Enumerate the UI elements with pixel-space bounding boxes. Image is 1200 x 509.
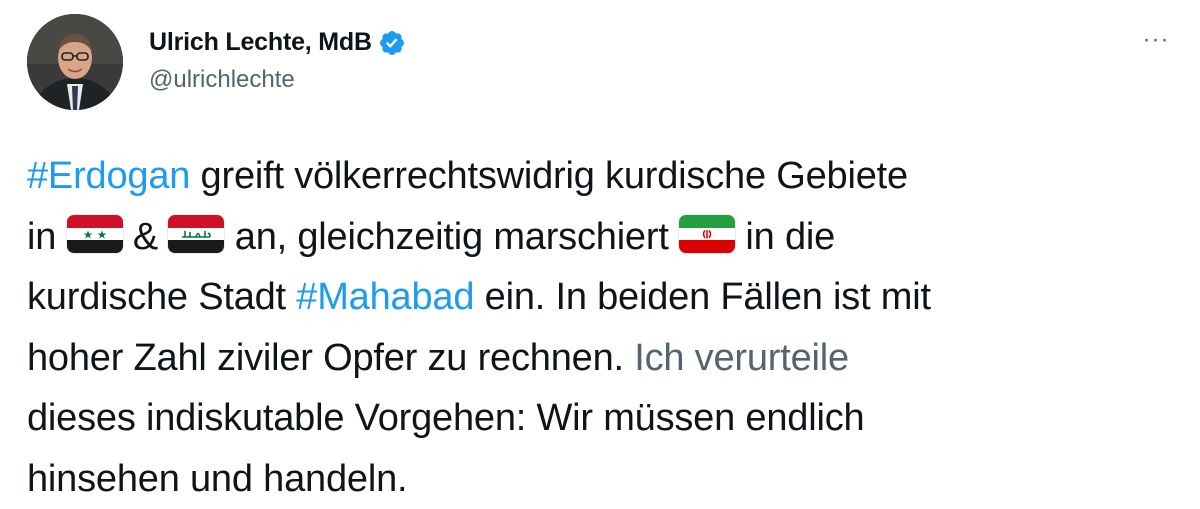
verified-badge-icon	[378, 29, 406, 57]
tweet-text-segment: hoher Zahl ziviler Opfer zu rechnen.	[27, 337, 634, 379]
tweet-line-2: in & an, gleichzeitig marschiert in die	[27, 207, 1177, 268]
tweet-text-segment: greift völkerrechtswidrig kurdische Gebi…	[190, 155, 908, 197]
profile-photo-icon	[27, 14, 123, 110]
tweet-line-1: #Erdogan greift völkerrechtswidrig kurdi…	[27, 146, 1177, 207]
more-options-icon[interactable]: ···	[1136, 28, 1176, 52]
tweet-text-segment: in	[27, 216, 67, 258]
tweet-line-6: hinsehen und handeln.	[27, 449, 1177, 509]
syria-flag-icon	[67, 215, 123, 253]
hashtag-mahabad-link[interactable]: #Mahabad	[296, 276, 474, 318]
author-names: Ulrich Lechte, MdB @ulrichlechte	[149, 28, 406, 94]
tweet-text: #Erdogan greift völkerrechtswidrig kurdi…	[27, 146, 1177, 509]
iraq-flag-icon	[168, 215, 224, 253]
hashtag-erdogan-link[interactable]: #Erdogan	[27, 155, 190, 197]
author-handle[interactable]: @ulrichlechte	[149, 66, 406, 94]
display-name-row: Ulrich Lechte, MdB	[149, 28, 406, 57]
tweet-text-segment: &	[123, 216, 169, 258]
tweet-line-4: hoher Zahl ziviler Opfer zu rechnen. Ich…	[27, 328, 1177, 389]
tweet-line-3: kurdische Stadt #Mahabad ein. In beiden …	[27, 267, 1177, 328]
tweet-text-segment: in die	[735, 216, 835, 258]
tweet-text-segment: ein. In beiden Fällen ist mit	[474, 276, 931, 318]
tweet-text-segment: kurdische Stadt	[27, 276, 296, 318]
tweet-header: Ulrich Lechte, MdB @ulrichlechte ···	[27, 14, 1180, 114]
author-avatar[interactable]	[27, 14, 123, 110]
author-display-name[interactable]: Ulrich Lechte, MdB	[149, 28, 372, 57]
tweet-text-segment: an, gleichzeitig marschiert	[224, 216, 679, 258]
iran-flag-icon	[679, 215, 735, 253]
tweet-line-5: dieses indiskutable Vorgehen: Wir müssen…	[27, 388, 1177, 449]
tweet-text-faded-segment: Ich verurteile	[634, 337, 849, 379]
